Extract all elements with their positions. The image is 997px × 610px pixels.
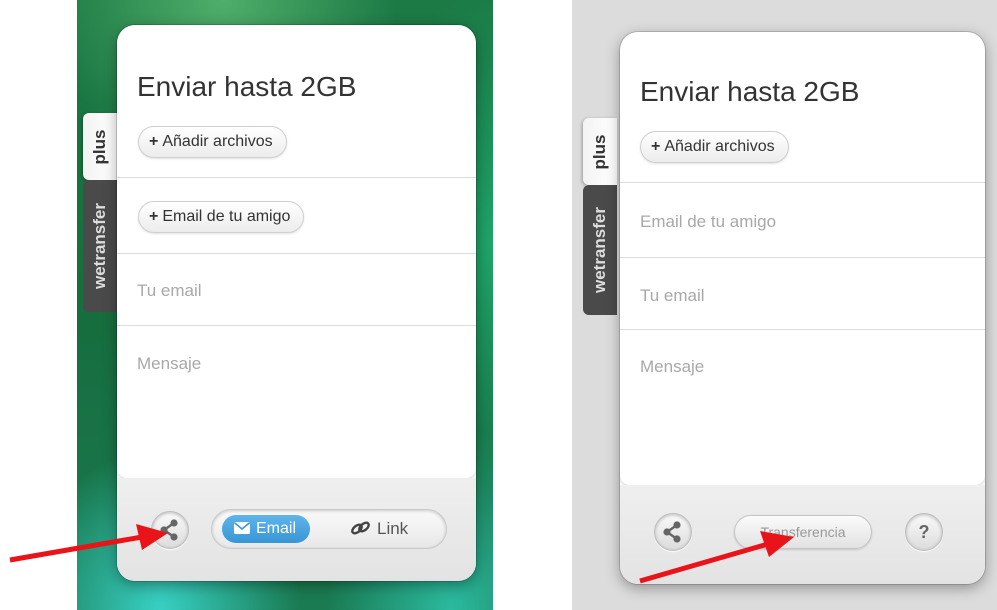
annotation-arrows: [9, 524, 794, 584]
red-arrow-right: [639, 531, 794, 584]
red-arrow-left: [9, 524, 168, 563]
